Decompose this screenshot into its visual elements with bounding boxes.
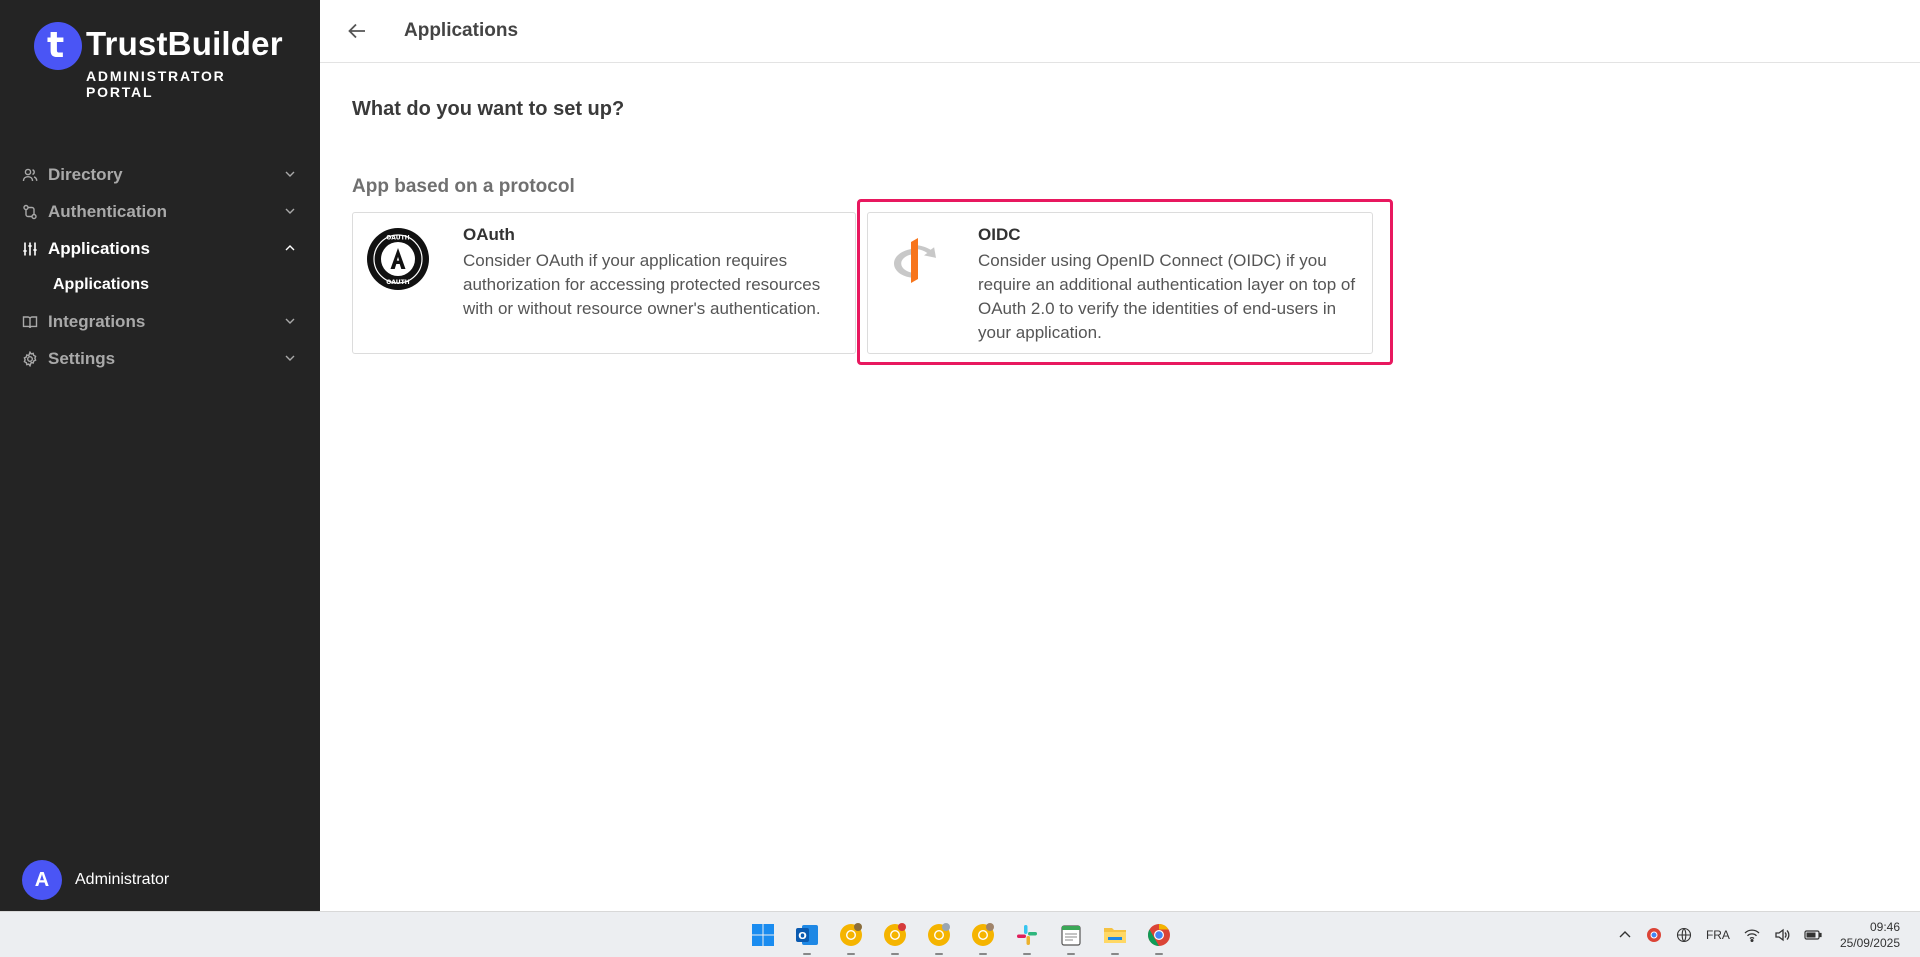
svg-text:OAUTH: OAUTH bbox=[386, 235, 409, 242]
chrome-icon[interactable] bbox=[836, 920, 866, 955]
sliders-icon bbox=[22, 241, 38, 257]
user-name: Administrator bbox=[75, 871, 170, 888]
chrome-icon[interactable] bbox=[880, 920, 910, 955]
sidebar-item-label: Authentication bbox=[48, 201, 167, 221]
logo-mark-icon: t bbox=[34, 22, 82, 70]
chevron-down-icon bbox=[285, 355, 295, 361]
avatar: A bbox=[22, 860, 62, 900]
sidebar-subitem-applications[interactable]: Applications bbox=[0, 267, 320, 303]
oidc-card[interactable]: OIDC Consider using OpenID Connect (OIDC… bbox=[867, 212, 1373, 354]
brand-name: TrustBuilder bbox=[86, 25, 283, 62]
svg-text:O: O bbox=[798, 931, 807, 942]
sidebar-nav: Directory Authentication Applications Ap… bbox=[0, 156, 320, 377]
svg-text:OAUTH: OAUTH bbox=[386, 279, 409, 286]
volume-icon[interactable] bbox=[1774, 928, 1790, 942]
clock-time: 09:46 bbox=[1869, 920, 1900, 934]
setup-question: What do you want to set up? bbox=[352, 98, 625, 120]
users-icon bbox=[22, 167, 38, 183]
windows-taskbar: O FRA 09:46 25/09/2025 bbox=[0, 911, 1920, 957]
battery-icon[interactable] bbox=[1804, 929, 1822, 941]
page-title: Applications bbox=[404, 20, 519, 41]
card-title: OAuth bbox=[463, 225, 515, 244]
outlook-icon[interactable]: O bbox=[792, 920, 822, 955]
slack-icon[interactable] bbox=[1012, 920, 1042, 955]
chevron-down-icon bbox=[285, 171, 295, 177]
chrome-icon[interactable] bbox=[924, 920, 954, 955]
chevron-down-icon bbox=[285, 318, 295, 324]
sidebar-item-settings[interactable]: Settings bbox=[0, 340, 320, 377]
system-tray: FRA 09:46 25/09/2025 bbox=[1604, 918, 1900, 952]
oauth-logo-icon: OAUTH OAUTH bbox=[367, 228, 429, 290]
auth-flow-icon bbox=[22, 204, 38, 220]
chevron-up-icon[interactable] bbox=[1618, 928, 1632, 942]
file-explorer-icon[interactable] bbox=[1100, 920, 1130, 955]
chevron-up-icon bbox=[285, 245, 295, 251]
sidebar-item-integrations[interactable]: Integrations bbox=[0, 303, 320, 340]
chrome-tray-icon[interactable] bbox=[1646, 927, 1662, 943]
card-description: Consider OAuth if your application requi… bbox=[463, 251, 821, 318]
sidebar-item-applications[interactable]: Applications bbox=[0, 230, 320, 267]
section-title: App based on a protocol bbox=[352, 176, 575, 197]
network-globe-icon[interactable] bbox=[1676, 927, 1692, 943]
sidebar-item-label: Applications bbox=[48, 238, 151, 258]
sidebar-item-directory[interactable]: Directory bbox=[0, 156, 320, 193]
card-title: OIDC bbox=[978, 225, 1021, 244]
back-arrow-icon[interactable] bbox=[346, 20, 368, 42]
chevron-down-icon bbox=[285, 208, 295, 214]
sidebar-item-label: Directory bbox=[48, 164, 123, 184]
gear-icon bbox=[22, 350, 38, 367]
taskbar-apps: O bbox=[748, 920, 1188, 955]
language-indicator[interactable]: FRA bbox=[1706, 928, 1730, 942]
chrome-icon[interactable] bbox=[1144, 920, 1174, 955]
sidebar-item-authentication[interactable]: Authentication bbox=[0, 193, 320, 230]
page-header: Applications bbox=[320, 0, 1920, 63]
oauth-card[interactable]: OAUTH OAUTH OAuth Consider OAuth if your… bbox=[352, 212, 856, 354]
brand-subtitle: ADMINISTRATOR PORTAL bbox=[86, 68, 226, 100]
book-icon bbox=[22, 314, 38, 330]
system-clock[interactable]: 09:46 25/09/2025 bbox=[1840, 919, 1900, 951]
chrome-icon[interactable] bbox=[968, 920, 998, 955]
notepad-icon[interactable] bbox=[1056, 920, 1086, 955]
clock-date: 25/09/2025 bbox=[1839, 936, 1900, 950]
openid-logo-icon bbox=[894, 238, 936, 283]
sidebar-item-label: Settings bbox=[48, 348, 116, 368]
brand-logo[interactable]: t TrustBuilder ADMINISTRATOR PORTAL bbox=[34, 20, 284, 100]
sidebar: t TrustBuilder ADMINISTRATOR PORTAL Dire… bbox=[0, 0, 320, 911]
windows-start-icon[interactable] bbox=[748, 920, 778, 950]
user-profile[interactable]: A Administrator bbox=[22, 860, 169, 900]
sidebar-item-label: Integrations bbox=[48, 311, 146, 331]
wifi-icon[interactable] bbox=[1744, 928, 1760, 942]
card-description: Consider using OpenID Connect (OIDC) if … bbox=[978, 251, 1356, 342]
